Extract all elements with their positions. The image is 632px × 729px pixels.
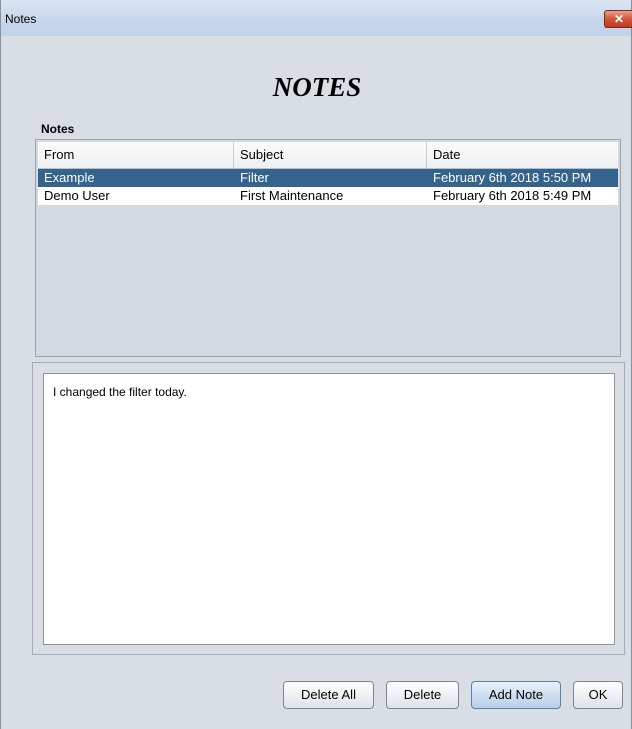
table-header: From Subject Date [38,142,618,169]
cell-date: February 6th 2018 5:50 PM [433,170,592,185]
cell-date: February 6th 2018 5:49 PM [433,188,592,203]
notes-section-label: Notes [41,122,75,136]
close-button[interactable]: ✕ [604,10,632,28]
notes-table-panel: From Subject Date Example Filter Februar… [35,139,621,357]
close-icon: ✕ [613,12,625,26]
cell-subject: Filter [240,170,269,185]
delete-button[interactable]: Delete [386,681,459,709]
window-title: Notes [5,12,37,26]
column-header-from[interactable]: From [38,142,234,168]
cell-subject: First Maintenance [240,188,344,203]
column-header-date[interactable]: Date [427,142,618,168]
delete-all-button[interactable]: Delete All [283,681,374,709]
table-row[interactable]: Demo User First Maintenance February 6th… [38,187,618,205]
note-detail-panel: I changed the filter today. [32,362,625,655]
notes-table: From Subject Date Example Filter Februar… [38,142,618,205]
cell-from: Demo User [44,188,110,203]
ok-button[interactable]: OK [573,681,623,709]
cell-from: Example [44,170,95,185]
page-title: NOTES [272,72,362,102]
table-row[interactable]: Example Filter February 6th 2018 5:50 PM [38,169,618,187]
title-bar[interactable]: Notes ✕ [1,0,632,36]
notes-window: Notes ✕ NOTES Notes From Subject Date Ex… [0,0,632,729]
column-header-subject[interactable]: Subject [234,142,427,168]
note-text-area[interactable]: I changed the filter today. [43,373,615,645]
add-note-button[interactable]: Add Note [471,681,561,709]
